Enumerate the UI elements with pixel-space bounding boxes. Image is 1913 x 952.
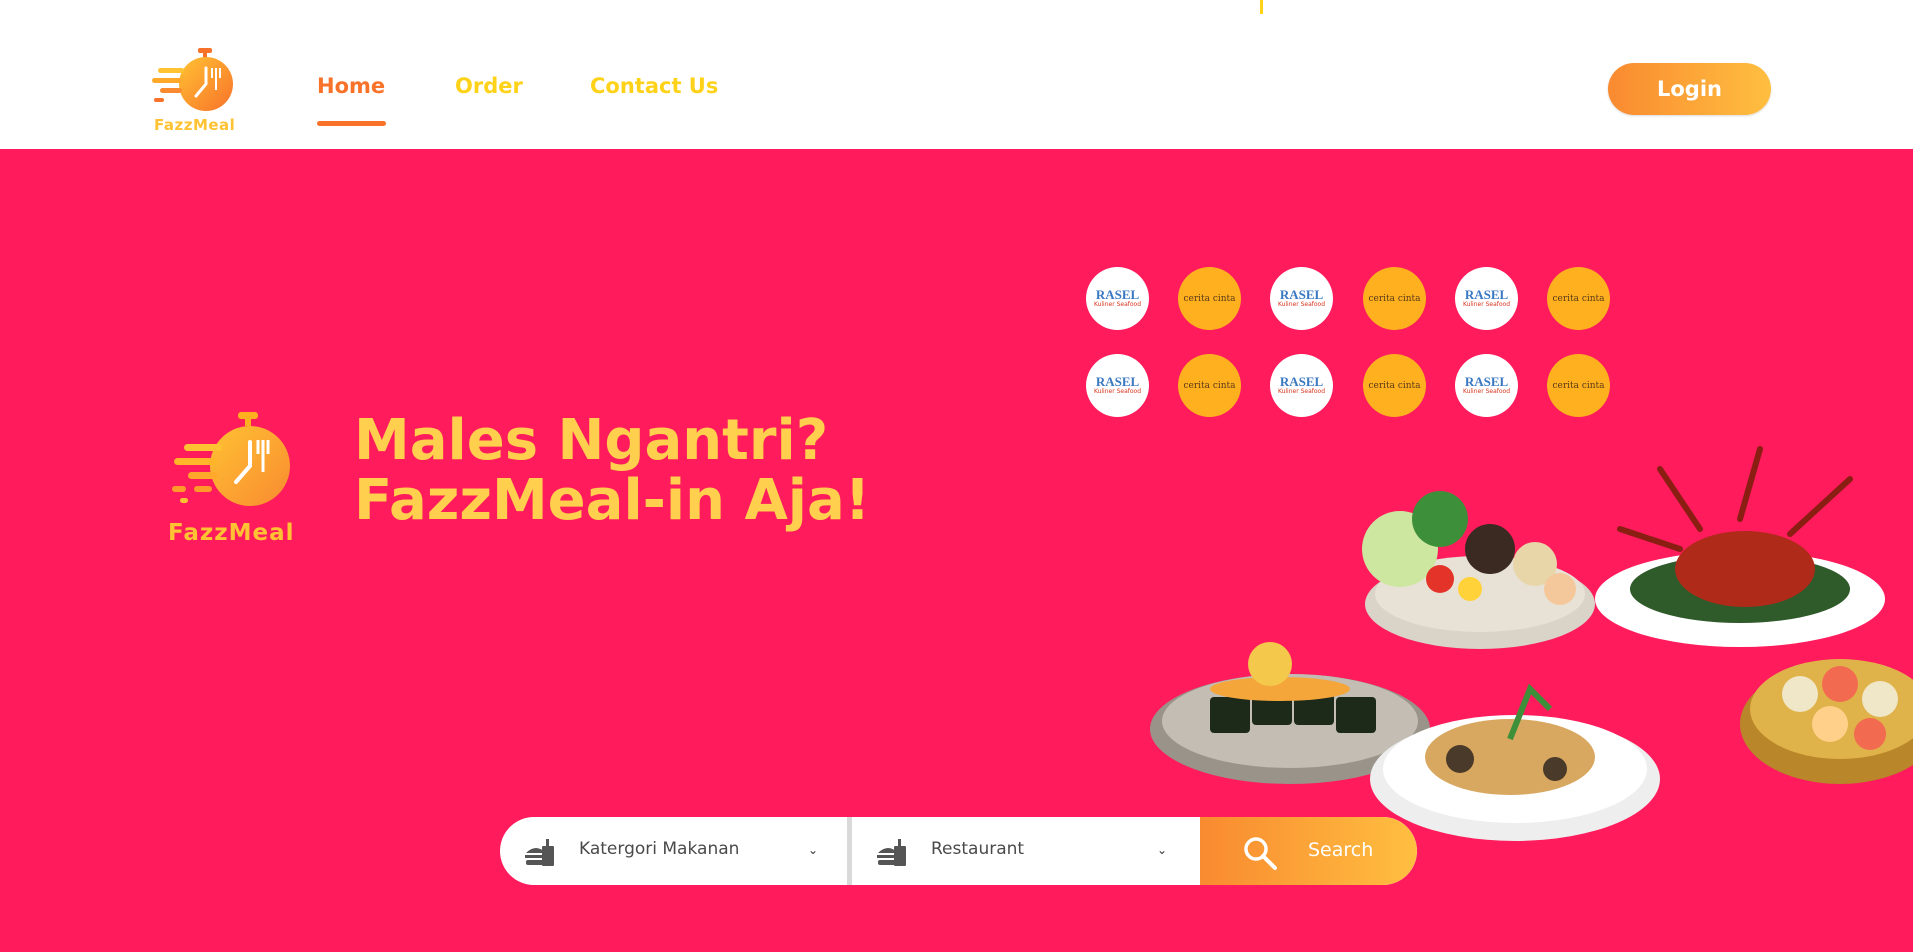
decorative-tick [1260, 0, 1263, 14]
category-select-label: Katergori Makanan [579, 839, 740, 859]
nav-active-underline [317, 121, 386, 126]
nav-contact-link[interactable]: Contact Us [590, 74, 718, 98]
partner-label: RASEL [1279, 374, 1324, 389]
partner-label: cerita cinta [1183, 293, 1236, 304]
partner-logo-cerita-cinta[interactable]: cerita cinta [1547, 354, 1610, 417]
hero-brand-logo: FazzMeal [168, 410, 308, 546]
partner-label: cerita cinta [1368, 293, 1421, 304]
brand-logo[interactable]: FazzMeal [150, 46, 246, 136]
partner-label: RASEL [1095, 374, 1140, 389]
partner-logo-rasel[interactable]: RASEL Kuliner Seafood [1270, 267, 1333, 330]
restaurant-select[interactable]: Restaurant ⌄ [852, 817, 1200, 885]
partner-sublabel: Kuliner Seafood [1093, 388, 1142, 395]
nav-order-link[interactable]: Order [455, 74, 523, 98]
partner-logo-cerita-cinta[interactable]: cerita cinta [1363, 354, 1426, 417]
partner-logo-rasel[interactable]: RASEL Kuliner Seafood [1455, 354, 1518, 417]
partner-label: cerita cinta [1552, 380, 1605, 391]
partner-label: cerita cinta [1552, 293, 1605, 304]
partner-logo-cerita-cinta[interactable]: cerita cinta [1547, 267, 1610, 330]
stopwatch-fork-logo-icon [172, 412, 290, 506]
partner-label: cerita cinta [1183, 380, 1236, 391]
partner-logo-rasel[interactable]: RASEL Kuliner Seafood [1270, 354, 1333, 417]
partner-label: RASEL [1464, 374, 1509, 389]
partner-sublabel: Kuliner Seafood [1277, 388, 1326, 395]
hero-headline-line2: FazzMeal-in Aja! [354, 468, 871, 533]
category-select[interactable]: Katergori Makanan ⌄ [500, 817, 847, 885]
partner-sublabel: Kuliner Seafood [1462, 388, 1511, 395]
site-header: FazzMeal Home Order Contact Us Login [0, 0, 1913, 149]
chevron-down-icon: ⌄ [808, 843, 819, 857]
search-icon [1244, 837, 1277, 870]
partner-label: RASEL [1095, 287, 1140, 302]
brand-logo-text: FazzMeal [154, 116, 236, 134]
partner-logo-rasel[interactable]: RASEL Kuliner Seafood [1086, 267, 1149, 330]
restaurant-select-label: Restaurant [931, 839, 1025, 859]
partner-logo-cerita-cinta[interactable]: cerita cinta [1363, 267, 1426, 330]
hero-headline: Males Ngantri? FazzMeal-in Aja! [354, 411, 870, 531]
partner-label: RASEL [1279, 287, 1324, 302]
burger-drink-icon [877, 839, 906, 866]
partner-sublabel: Kuliner Seafood [1277, 301, 1326, 308]
nav-home-link[interactable]: Home [317, 74, 385, 98]
partner-sublabel: Kuliner Seafood [1093, 301, 1142, 308]
partner-logo-rasel[interactable]: RASEL Kuliner Seafood [1086, 354, 1149, 417]
partner-sublabel: Kuliner Seafood [1462, 301, 1511, 308]
burger-drink-icon [525, 839, 554, 866]
search-button-label: Search [1308, 839, 1374, 861]
stopwatch-fork-logo-icon [152, 48, 233, 111]
login-button[interactable]: Login [1608, 63, 1771, 115]
partner-logo-rasel[interactable]: RASEL Kuliner Seafood [1455, 267, 1518, 330]
hero-brand-text: FazzMeal [168, 520, 295, 546]
partner-logo-cerita-cinta[interactable]: cerita cinta [1178, 354, 1241, 417]
search-button[interactable]: Search [1200, 817, 1417, 885]
partner-label: RASEL [1464, 287, 1509, 302]
partner-logos-grid: RASEL Kuliner Seafood cerita cinta RASEL… [1086, 267, 1612, 417]
hero-section: FazzMeal Males Ngantri? FazzMeal-in Aja!… [0, 149, 1913, 952]
partner-label: cerita cinta [1368, 380, 1421, 391]
search-bar: Katergori Makanan ⌄ Restaurant ⌄ Search [500, 817, 1417, 885]
partner-logo-cerita-cinta[interactable]: cerita cinta [1178, 267, 1241, 330]
chevron-down-icon: ⌄ [1157, 843, 1168, 857]
hero-headline-line1: Males Ngantri? [354, 408, 829, 473]
